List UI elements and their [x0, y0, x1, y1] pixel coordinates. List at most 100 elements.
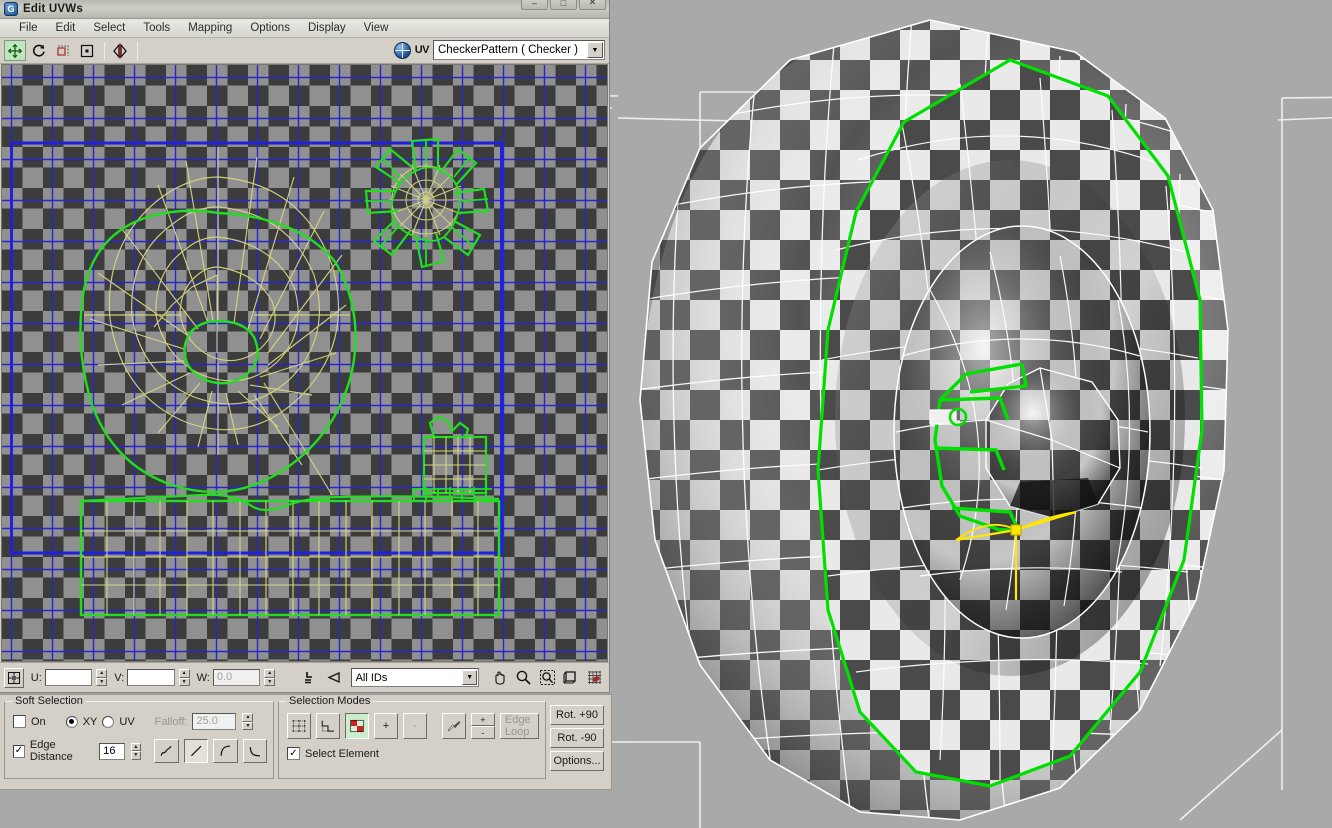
rotate-minus-90-button[interactable]: Rot. -90 — [550, 728, 604, 748]
menu-select[interactable]: Select — [84, 21, 134, 35]
falloff-label: Falloff: — [154, 715, 188, 728]
shrink-selection-button[interactable]: - — [403, 713, 427, 739]
falloff-curve-fast-button[interactable] — [213, 739, 238, 763]
u-spinner-up[interactable]: ▲ — [96, 669, 108, 678]
falloff-spinner[interactable]: ▲ ▼ — [242, 713, 254, 730]
falloff-curve-linear-button[interactable] — [183, 739, 209, 763]
u-input[interactable] — [44, 669, 93, 686]
rotate-icon — [32, 44, 45, 57]
edge-distance-input[interactable]: 16 — [99, 742, 125, 760]
w-label: W: — [196, 671, 210, 684]
scale-tool-button[interactable] — [52, 40, 74, 61]
lock-selected-vertices-button[interactable] — [4, 667, 24, 688]
vertex-mode-icon — [292, 720, 306, 732]
material-selector-area[interactable]: UV CheckerPattern ( Checker ) ▼ — [393, 40, 605, 60]
zoom-extents-button[interactable] — [560, 667, 582, 688]
menu-view[interactable]: View — [355, 21, 398, 35]
u-spinner-down[interactable]: ▼ — [96, 677, 108, 686]
soft-selection-xy-label: XY — [82, 715, 98, 728]
window-titlebar[interactable]: G Edit UVWs – □ ✕ — [0, 0, 609, 19]
falloff-curve-slow-button[interactable] — [242, 739, 267, 763]
hand-icon — [495, 671, 505, 685]
paint-select-brush-button[interactable] — [441, 713, 466, 739]
menu-tools[interactable]: Tools — [134, 21, 179, 35]
move-tool-button[interactable] — [4, 40, 26, 61]
soft-selection-uv-radio[interactable] — [102, 715, 115, 728]
close-button[interactable]: ✕ — [579, 0, 606, 10]
chevron-down-icon[interactable]: ▼ — [587, 42, 603, 58]
chevron-down-icon[interactable]: ▼ — [462, 670, 478, 685]
curve-smooth-icon — [161, 745, 172, 756]
rotate-plus-90-button[interactable]: Rot. +90 — [550, 705, 604, 725]
v-spinner[interactable]: ▲ ▼ — [178, 669, 190, 686]
u-spinner[interactable]: ▲ ▼ — [96, 669, 108, 686]
bottom-panel-strip[interactable]: Soft Selection On XY UV Falloff: 25.0 ▲ … — [0, 694, 612, 790]
select-element-checkbox[interactable]: ✓ — [287, 747, 300, 760]
menu-options[interactable]: Options — [241, 21, 299, 35]
soft-selection-xy-radio[interactable] — [65, 715, 78, 728]
selection-modes-title: Selection Modes — [286, 695, 374, 707]
rotate-tool-button[interactable] — [28, 40, 50, 61]
filter-selected-faces-button[interactable] — [322, 667, 344, 688]
w-spinner-down[interactable]: ▼ — [264, 677, 276, 686]
material-dropdown[interactable]: CheckerPattern ( Checker ) ▼ — [433, 40, 605, 60]
freeform-tool-button[interactable] — [76, 40, 98, 61]
minimize-button[interactable]: – — [521, 0, 548, 10]
v-input[interactable] — [127, 669, 175, 686]
options-button[interactable]: Options... — [550, 751, 604, 771]
zoom-button[interactable] — [512, 667, 534, 688]
soft-selection-uv-label: UV — [119, 715, 135, 728]
show-map-globe-icon[interactable] — [393, 41, 411, 59]
falloff-input[interactable]: 25.0 — [192, 713, 237, 730]
edge-distance-spinner-down[interactable]: ▼ — [130, 751, 141, 760]
mirror-icon — [113, 42, 127, 59]
falloff-spinner-up[interactable]: ▲ — [242, 713, 254, 722]
uv-channel-label: UV — [414, 44, 430, 56]
zoom-extents-icon — [563, 671, 576, 684]
uv-bottom-toolbar[interactable]: U: ▲ ▼ V: ▲ ▼ W: 0.0 ▲ ▼ All IDs ▼ — [0, 662, 609, 692]
menu-display[interactable]: Display — [299, 21, 355, 35]
maximize-button[interactable]: □ — [550, 0, 577, 10]
edge-loop-button[interactable]: Edge Loop — [499, 713, 539, 739]
edit-uvws-window[interactable]: G Edit UVWs – □ ✕ File Edit Select Tools… — [0, 0, 610, 693]
edge-distance-checkbox[interactable]: ✓ — [13, 744, 25, 758]
grow-selection-button[interactable]: + — [374, 713, 398, 739]
soft-selection-group: Soft Selection On XY UV Falloff: 25.0 ▲ … — [4, 695, 274, 779]
uv-toolbar[interactable]: UV CheckerPattern ( Checker ) ▼ — [0, 38, 609, 64]
menu-mapping[interactable]: Mapping — [179, 21, 241, 35]
w-spinner-up[interactable]: ▲ — [264, 669, 276, 678]
falloff-spinner-down[interactable]: ▼ — [242, 721, 254, 730]
uv-canvas-render — [2, 65, 607, 661]
snap-toggle-button[interactable] — [299, 667, 320, 688]
face-mode-icon — [350, 719, 364, 733]
soft-selection-title: Soft Selection — [12, 695, 86, 707]
uv-edit-canvas[interactable] — [1, 64, 608, 662]
soft-selection-on-checkbox[interactable] — [13, 715, 26, 728]
show-grid-button[interactable] — [584, 667, 606, 688]
brush-size-increase-button[interactable]: + — [470, 713, 495, 726]
soft-selection-on-label: On — [31, 715, 46, 728]
v-spinner-down[interactable]: ▼ — [178, 677, 190, 686]
menu-edit[interactable]: Edit — [47, 21, 85, 35]
edge-distance-spinner[interactable]: ▲ ▼ — [130, 742, 141, 760]
brush-size-decrease-button[interactable]: - — [470, 726, 495, 739]
material-id-dropdown[interactable]: All IDs ▼ — [350, 668, 480, 687]
falloff-curve-smooth-button[interactable] — [154, 739, 179, 763]
weld-corner-icon — [304, 672, 312, 684]
max-logo-icon: G — [4, 2, 18, 16]
zoom-region-button[interactable] — [536, 667, 558, 688]
edge-sub-object-button[interactable] — [316, 713, 340, 739]
v-spinner-up[interactable]: ▲ — [178, 669, 190, 678]
vertex-sub-object-button[interactable] — [287, 713, 311, 739]
face-sub-object-button[interactable] — [345, 713, 369, 739]
menu-bar[interactable]: File Edit Select Tools Mapping Options D… — [0, 19, 609, 38]
edge-distance-spinner-up[interactable]: ▲ — [130, 742, 141, 751]
menu-file[interactable]: File — [10, 21, 47, 35]
pan-button[interactable] — [489, 667, 510, 688]
move-icon — [8, 43, 22, 58]
mirror-tool-button[interactable] — [109, 40, 131, 61]
w-spinner[interactable]: ▲ ▼ — [264, 669, 276, 686]
w-input[interactable]: 0.0 — [212, 669, 261, 686]
magnifier-icon — [516, 670, 531, 685]
material-id-value: All IDs — [355, 671, 388, 684]
